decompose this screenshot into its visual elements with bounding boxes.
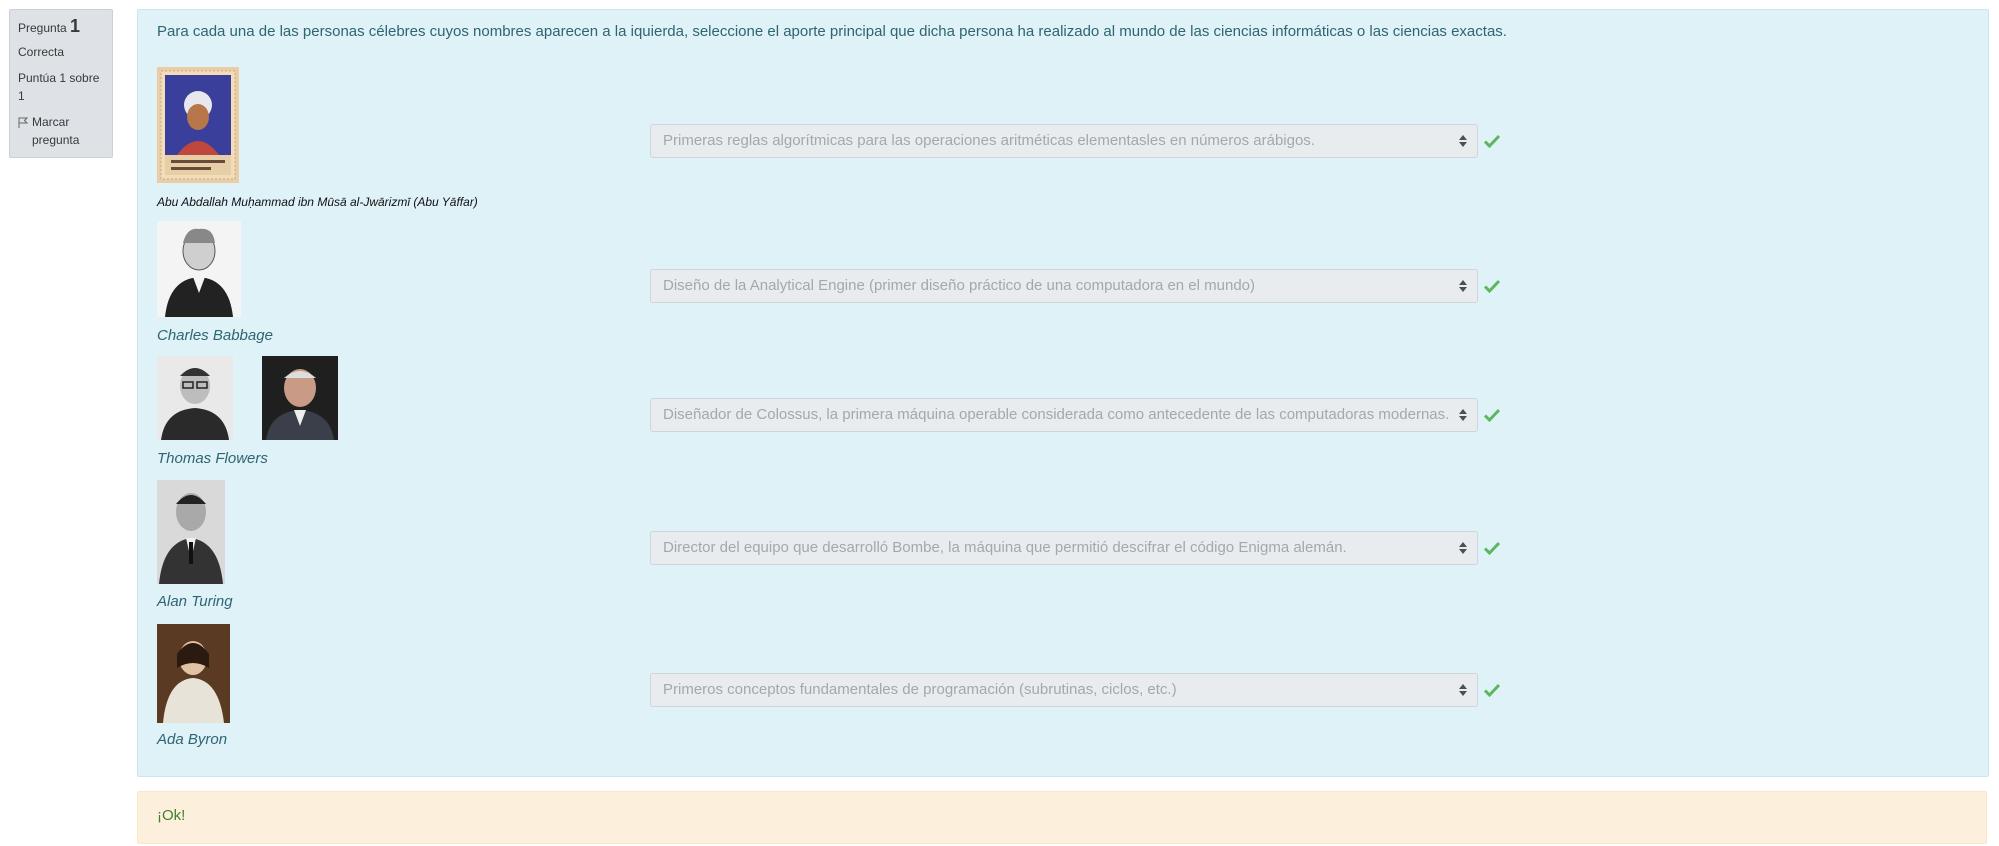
person-name: Thomas Flowers [157, 450, 268, 467]
check-icon [1484, 279, 1500, 293]
portrait-ada-image [157, 624, 230, 723]
select-arrows-icon [1459, 684, 1467, 696]
select-arrows-icon [1459, 542, 1467, 554]
answer-select[interactable]: Diseño de la Analytical Engine (primer d… [650, 269, 1478, 303]
question-grade: Puntúa 1 sobre 1 [18, 71, 100, 103]
check-icon [1484, 541, 1500, 555]
selected-answer: Diseñador de Colossus, la primera máquin… [663, 406, 1450, 423]
portrait-babbage-image [157, 221, 241, 317]
portrait-flowers-old-image [262, 356, 338, 440]
selected-answer: Diseño de la Analytical Engine (primer d… [663, 277, 1256, 294]
feedback-text: ¡Ok! [157, 807, 186, 824]
question-formulation: Para cada una de las personas célebres c… [137, 9, 1989, 777]
check-icon [1484, 134, 1500, 148]
question-number-line: Pregunta 1 [18, 17, 104, 37]
person-name: Alan Turing [157, 593, 233, 610]
answer-select[interactable]: Primeras reglas algorítmicas para las op… [650, 124, 1478, 158]
selected-answer: Primeras reglas algorítmicas para las op… [663, 132, 1315, 149]
answer-select[interactable]: Diseñador de Colossus, la primera máquin… [650, 398, 1478, 432]
select-arrows-icon [1459, 409, 1467, 421]
answer-select[interactable]: Director del equipo que desarrolló Bombe… [650, 531, 1478, 565]
general-feedback: ¡Ok! [137, 791, 1987, 844]
flag-icon [18, 117, 28, 128]
person-name: Charles Babbage [157, 327, 273, 344]
flag-label: Marcar pregunta [32, 115, 80, 147]
portrait-stamp-image [157, 67, 239, 183]
question-state: Correcta [18, 45, 65, 59]
question-info: Pregunta 1 Correcta Puntúa 1 sobre 1 Mar… [9, 9, 113, 158]
selected-answer: Primeros conceptos fundamentales de prog… [663, 681, 1177, 698]
check-icon [1484, 408, 1500, 422]
person-name: Ada Byron [157, 731, 228, 748]
portrait-turing-image [157, 480, 225, 584]
person-name: Abu Abdallah Muḥammad ibn Mūsā al-Jwāriz… [157, 195, 478, 209]
question-text: Para cada una de las personas célebres c… [157, 23, 1507, 40]
quiz-page: Pregunta 1 Correcta Puntúa 1 sobre 1 Mar… [0, 0, 1999, 846]
flag-question-toggle[interactable]: Marcar pregunta [18, 113, 104, 149]
selected-answer: Director del equipo que desarrolló Bombe… [663, 539, 1347, 556]
check-icon [1484, 683, 1500, 697]
select-arrows-icon [1459, 280, 1467, 292]
question-prefix: Pregunta [18, 21, 67, 35]
portrait-flowers-young-image [157, 356, 233, 440]
select-arrows-icon [1459, 135, 1467, 147]
answer-select[interactable]: Primeros conceptos fundamentales de prog… [650, 673, 1478, 707]
question-number: 1 [70, 16, 81, 36]
